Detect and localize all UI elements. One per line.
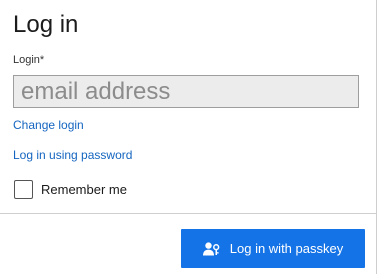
login-panel: Log in Login* Change login Log in using … xyxy=(0,0,377,274)
remember-me-checkbox[interactable] xyxy=(14,180,33,199)
remember-me-label: Remember me xyxy=(41,182,127,197)
log-in-with-passkey-button[interactable]: Log in with passkey xyxy=(181,229,365,268)
page-title: Log in xyxy=(13,11,79,38)
log-in-using-password-link[interactable]: Log in using password xyxy=(13,148,132,163)
footer-divider xyxy=(0,213,377,214)
passkey-button-label: Log in with passkey xyxy=(229,241,344,256)
login-field-label: Login* xyxy=(13,54,45,66)
change-login-link[interactable]: Change login xyxy=(13,118,84,133)
login-email-input[interactable] xyxy=(13,75,359,108)
passkey-icon xyxy=(202,241,220,256)
